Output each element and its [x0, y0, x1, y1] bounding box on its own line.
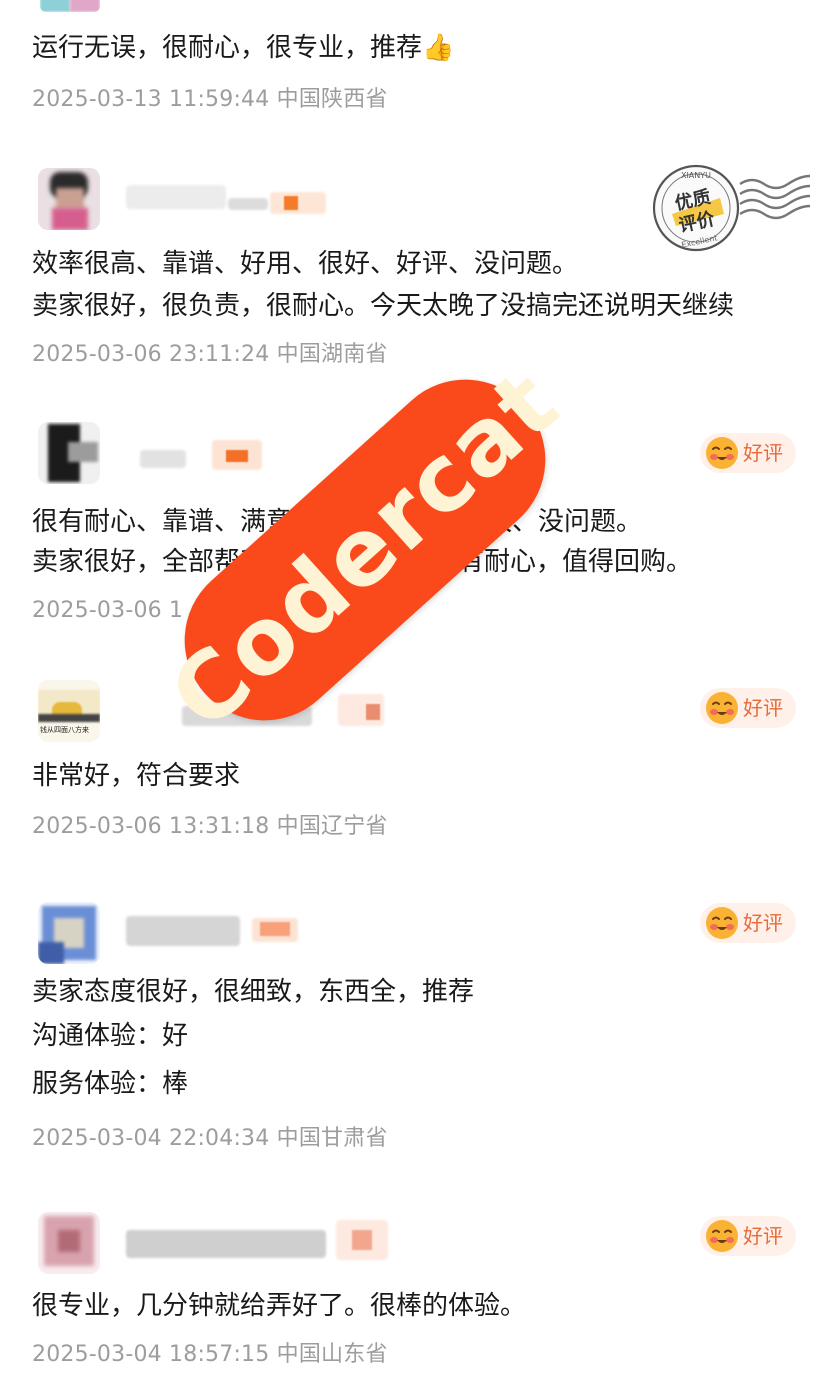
review-list-page: 运行无误，很耐心，很专业，推荐👍 2025-03-13 11:59:44 中国陕…	[0, 0, 828, 1375]
user-level-badge-icon	[366, 704, 380, 720]
review-text: 非常好，符合要求	[32, 761, 241, 791]
avatar[interactable]	[38, 902, 100, 964]
username-blurred[interactable]	[126, 185, 226, 209]
review-meta: 2025-03-06 13:31:18 中国辽宁省	[32, 814, 388, 839]
smiling-face-icon	[706, 1220, 738, 1252]
good-review-badge: 好评	[700, 1216, 796, 1256]
review-meta: 2025-03-04 18:57:15 中国山东省	[32, 1342, 388, 1367]
user-level-badge	[270, 192, 326, 214]
username-blurred[interactable]	[126, 1230, 326, 1258]
good-review-badge: 好评	[700, 903, 796, 943]
avatar[interactable]: 钱从四面八方来	[38, 680, 100, 742]
smiling-face-icon	[706, 907, 738, 939]
review-meta: 2025-03-04 22:04:34 中国甘肃省	[32, 1126, 388, 1151]
review-meta: 2025-03-06 23:11:24 中国湖南省	[32, 342, 388, 367]
good-review-badge: 好评	[700, 688, 796, 728]
smiling-face-icon	[706, 437, 738, 469]
avatar[interactable]	[38, 1212, 100, 1274]
excellent-review-stamp: XIANYU 优质 评价 Excellent	[652, 164, 811, 252]
avatar[interactable]	[38, 422, 100, 484]
review-meta: 2025-03-06 1	[32, 598, 184, 623]
review-meta: 2025-03-13 11:59:44 中国陕西省	[32, 87, 388, 112]
review-text: 很专业，几分钟就给弄好了。很棒的体验。	[32, 1291, 527, 1321]
good-review-label: 好评	[743, 1224, 783, 1248]
svg-text:XIANYU: XIANYU	[681, 171, 711, 180]
username-blurred[interactable]	[140, 450, 186, 468]
review-text: 效率很高、靠谱、好用、很好、好评、没问题。	[32, 249, 579, 279]
good-review-label: 好评	[743, 911, 783, 935]
user-level-badge-icon	[352, 1230, 372, 1250]
smiling-face-icon	[706, 692, 738, 724]
review-text: 运行无误，很耐心，很专业，推荐👍	[32, 33, 455, 63]
good-review-badge: 好评	[700, 433, 796, 473]
review-text: 卖家态度很好，很细致，东西全，推荐	[32, 977, 475, 1007]
review-text: 服务体验：棒	[32, 1069, 189, 1099]
avatar[interactable]	[40, 0, 100, 12]
review-text: 卖家很好，很负责，很耐心。今天太晚了没搞完还说明天继续	[32, 291, 735, 321]
username-blurred[interactable]	[228, 198, 268, 210]
good-review-label: 好评	[743, 441, 783, 465]
user-level-badge-icon	[284, 196, 298, 210]
good-review-label: 好评	[743, 696, 783, 720]
user-level-badge-icon	[260, 922, 290, 936]
avatar[interactable]	[38, 168, 100, 230]
review-text: 很有耐心、靠谱、满意	[32, 507, 293, 537]
username-blurred[interactable]	[126, 916, 240, 946]
review-text: 沟通体验：好	[32, 1021, 189, 1051]
avatar-caption: 钱从四面八方来	[40, 726, 89, 734]
user-level-badge-icon	[226, 450, 248, 462]
